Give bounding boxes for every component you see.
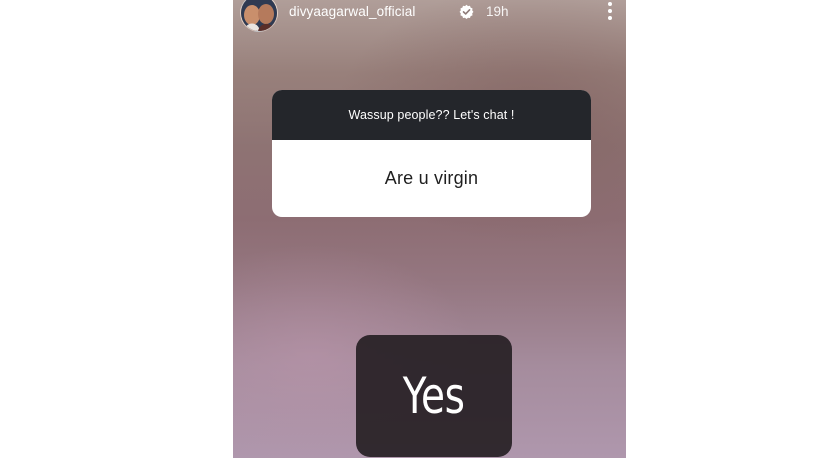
avatar[interactable] bbox=[240, 0, 278, 32]
story-header: divyaagarwal_official 19h bbox=[233, 0, 626, 32]
question-sticker-question: Are u virgin bbox=[384, 168, 479, 188]
instagram-story[interactable]: divyaagarwal_official 19h Wassup people?… bbox=[233, 0, 626, 458]
story-username[interactable]: divyaagarwal_official bbox=[289, 4, 415, 20]
question-sticker[interactable]: Wassup people?? Let's chat ! Are u virgi… bbox=[272, 90, 591, 217]
answer-box: Yes bbox=[356, 335, 512, 457]
answer-text: Yes bbox=[403, 367, 465, 425]
story-timestamp: 19h bbox=[486, 4, 509, 19]
question-sticker-prompt: Wassup people?? Let's chat ! bbox=[272, 90, 591, 140]
more-options-icon[interactable] bbox=[602, 1, 618, 21]
verified-badge-icon bbox=[459, 4, 474, 19]
